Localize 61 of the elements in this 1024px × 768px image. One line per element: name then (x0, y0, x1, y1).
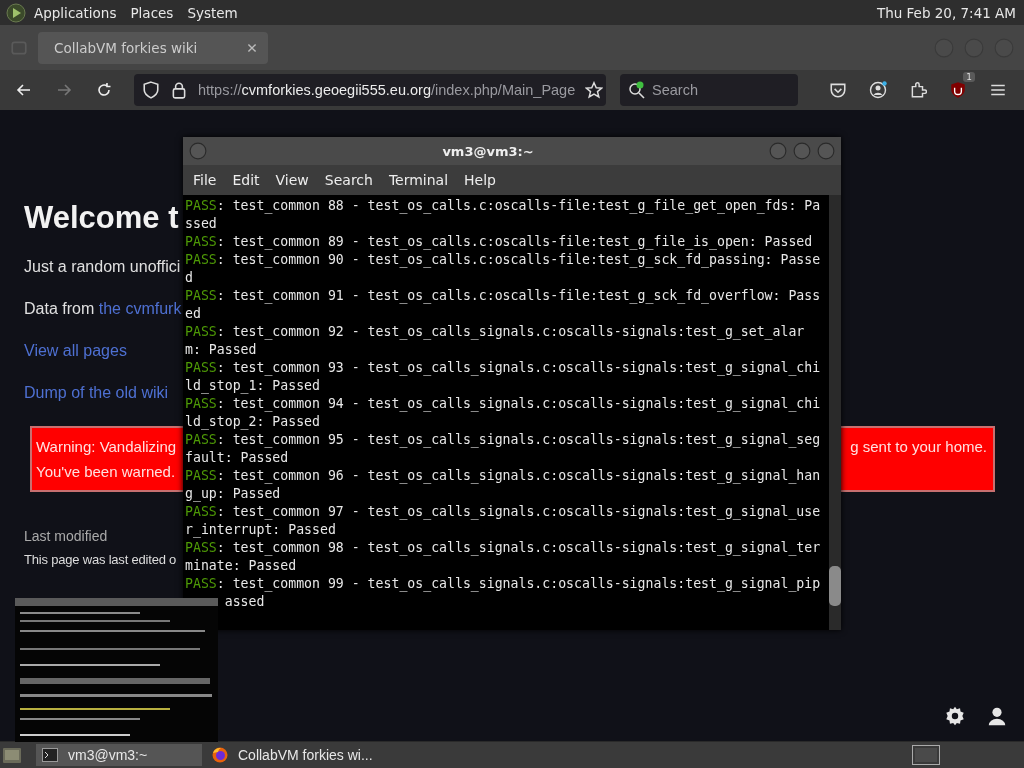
account-icon[interactable] (869, 81, 887, 99)
last-edited-text: This page was last edited o (24, 552, 177, 567)
lock-icon[interactable] (170, 81, 188, 99)
url-text: https://cvmforkies.geoegii555.eu.org/index.php/Main_Page (198, 82, 576, 98)
scrollbar[interactable] (829, 195, 841, 630)
puzzle-icon[interactable] (909, 81, 927, 99)
user-icon[interactable] (986, 705, 1008, 727)
warning-text: You've been warned. (36, 462, 176, 482)
taskbar-button[interactable]: CollabVM forkies wi... (206, 744, 372, 766)
page-heading: Welcome t (24, 199, 179, 237)
notification-badge: 1 (963, 72, 975, 82)
close-icon[interactable] (246, 41, 258, 54)
show-desktop-icon[interactable] (2, 745, 22, 765)
terminal-line: PASS: test_common 94 - test_os_calls_signals.c:oscalls-signals:test_g_signal_child_stop_2: Passed (185, 395, 821, 431)
search-field[interactable]: Search (620, 74, 798, 106)
terminal-line: PASS: test_common 97 - test_os_calls_signals.c:oscalls-signals:test_g_signal_user_interrupt: Passed (185, 503, 821, 539)
menu-item[interactable]: Edit (224, 172, 268, 188)
panel-menu[interactable]: Applications (34, 4, 117, 21)
source-link[interactable]: the cvmfurk (98, 300, 182, 317)
terminal-line: PASS: test_common 88 - test_os_calls.c:oscalls-file:test_g_file_get_open_fds: Passed (185, 197, 821, 233)
star-icon[interactable] (585, 81, 604, 99)
left-arrow-icon (16, 82, 32, 98)
taskbar-button[interactable]: vm3@vm3:~ (36, 744, 202, 766)
shield-icon[interactable] (949, 81, 967, 99)
terminal-line: PASS: test_common 89 - test_os_calls.c:oscalls-file:test_g_file_is_open: Passed (185, 233, 814, 251)
right-arrow-icon (56, 82, 72, 98)
intro-text: Just a random unoffici (24, 258, 181, 275)
workspace-switcher[interactable] (912, 745, 940, 765)
logo-icon[interactable] (6, 2, 26, 23)
last-modified-heading: Last modified (24, 528, 108, 544)
reload-icon (96, 82, 112, 98)
page-link[interactable]: Dump of the old wiki (24, 384, 169, 401)
terminal-line: PASS: test_common 95 - test_os_calls_signals.c:oscalls-signals:test_g_signal_segfault: Passed (185, 431, 821, 467)
menu-item[interactable]: Search (316, 172, 381, 188)
menu-item[interactable]: File (185, 172, 225, 188)
source-text: Data from (24, 300, 96, 317)
pocket-icon[interactable] (829, 81, 847, 99)
panel-menu[interactable]: System (187, 4, 238, 21)
clock: Thu Feb 20, 7:41 AM (876, 4, 1017, 21)
warning-text: Warning: Vandalizing (36, 437, 177, 457)
menu-item[interactable]: Help (456, 172, 504, 188)
panel-menu[interactable]: Places (130, 4, 174, 21)
terminal-line: PASS: test_common 98 - test_os_calls_signals.c:oscalls-signals:test_g_signal_terminate: Passed (185, 539, 821, 575)
warning-text: g sent to your home. (850, 437, 987, 457)
url-field[interactable]: https://cvmforkies.geoegii555.eu.org/index.php/Main_Page (134, 74, 606, 106)
terminal-line: PASS: test_common 91 - test_os_calls.c:oscalls-file:test_g_sck_fd_overflow: Passed (185, 287, 821, 323)
browser-icon (212, 747, 228, 763)
terminal-line: PASS: test_common 93 - test_os_calls_signals.c:oscalls-signals:test_g_signal_child_stop_1: Passed (185, 359, 821, 395)
menu-item[interactable]: View (267, 172, 317, 188)
shield-icon[interactable] (142, 81, 160, 99)
menu-item[interactable]: Terminal (380, 172, 457, 188)
page-link[interactable]: View all pages (24, 342, 127, 359)
window-title: vm3@vm3:~ (441, 143, 535, 159)
terminal-line: PASS: test_common 90 - test_os_calls.c:oscalls-file:test_g_sck_fd_passing: Passed (185, 251, 821, 287)
terminal-line: PASS: test_common 92 - test_os_calls_signals.c:oscalls-signals:test_g_set_alarm: Passed (185, 323, 806, 359)
settings-icon[interactable] (944, 705, 966, 727)
browser-tab[interactable]: CollabVM forkies wiki (38, 31, 268, 64)
terminal-line: assed (223, 593, 266, 611)
terminal-line: PASS: test_common 99 - test_os_calls_signals.c:oscalls-signals:test_g_signal_pip (185, 575, 821, 593)
terminal-line: PASS: test_common 96 - test_os_calls_signals.c:oscalls-signals:test_g_signal_hang_up: Passed (185, 467, 821, 503)
terminal-icon (42, 747, 58, 763)
